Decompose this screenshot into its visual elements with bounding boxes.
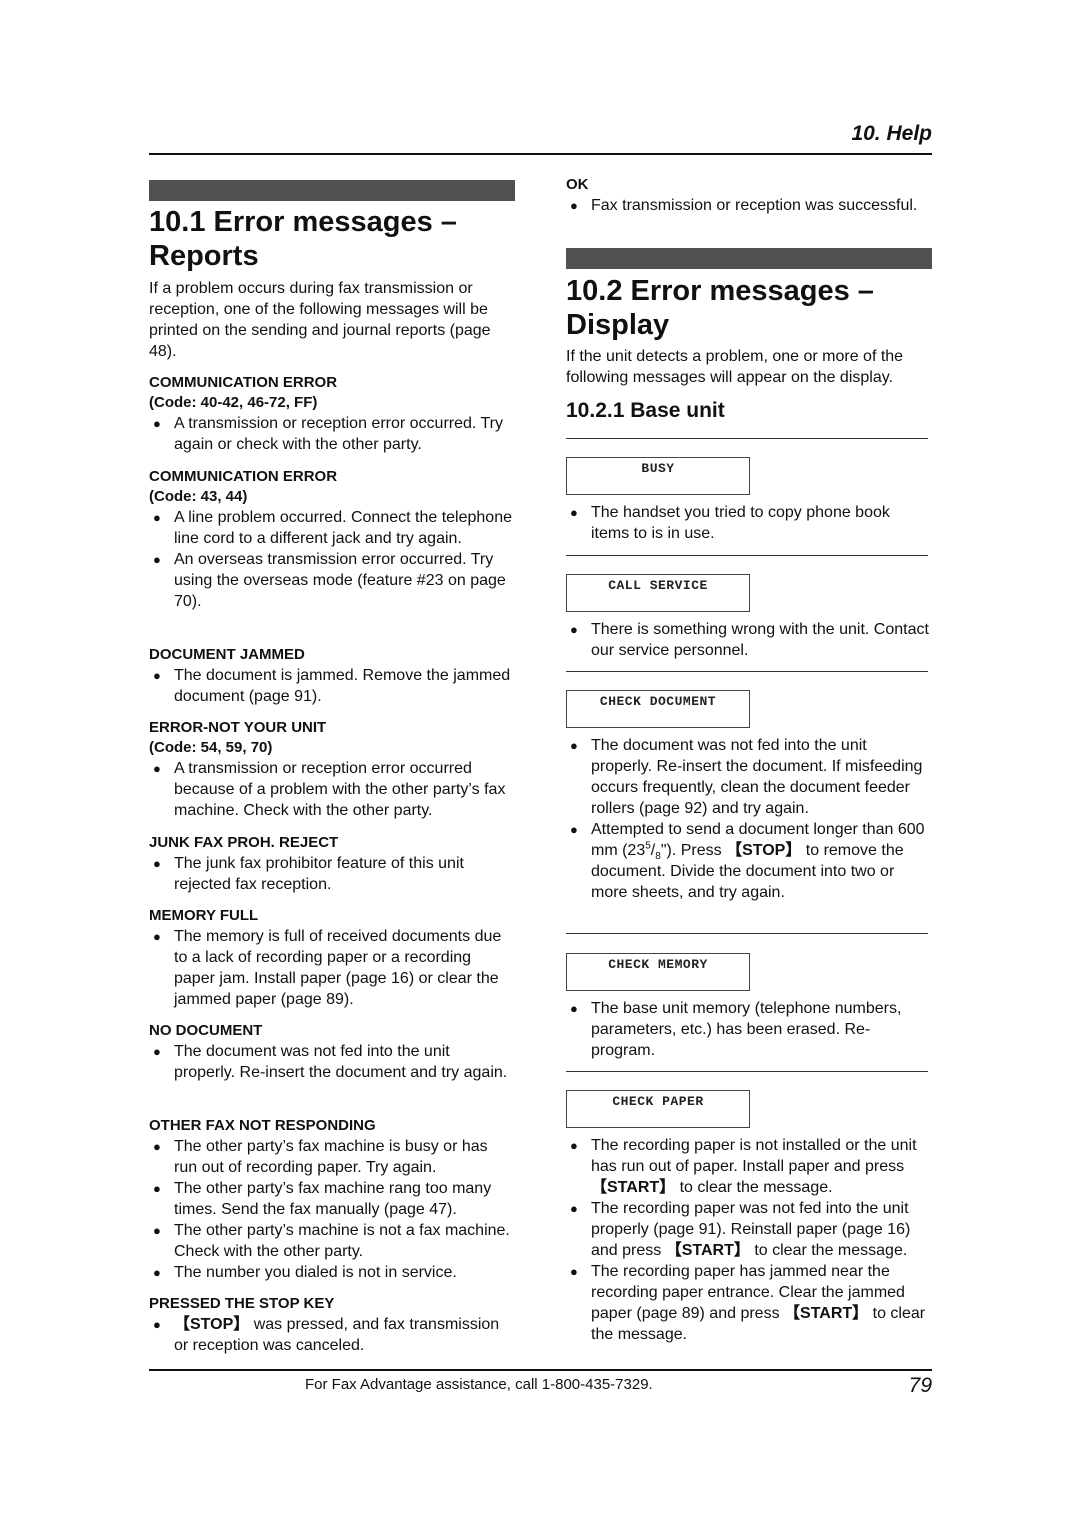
list-item: ● Attempted to send a document longer tha… bbox=[570, 821, 925, 901]
divider bbox=[566, 671, 928, 672]
display-message-box: CHECK DOCUMENT bbox=[566, 690, 750, 728]
bullet-icon: ● bbox=[153, 1223, 161, 1238]
report-item: DOCUMENT JAMMED ● The document is jammed.… bbox=[149, 645, 515, 707]
section-bar bbox=[566, 248, 932, 269]
display-message-box: CHECK PAPER bbox=[566, 1090, 750, 1128]
report-item: OTHER FAX NOT RESPONDING ● The other part… bbox=[149, 1116, 515, 1283]
item-heading: COMMUNICATION ERROR bbox=[149, 374, 338, 391]
bullet-icon: ● bbox=[153, 929, 161, 944]
report-item: PRESSED THE STOP KEY ● 【STOP】 was pressed… bbox=[149, 1294, 515, 1356]
bullet-icon: ● bbox=[153, 1181, 161, 1196]
stop-key-label: 【STOP】 bbox=[726, 842, 802, 859]
bullet-icon: ● bbox=[153, 1317, 161, 1332]
item-heading: JUNK FAX PROH. REJECT bbox=[149, 834, 339, 851]
bullet-icon: ● bbox=[570, 1264, 578, 1279]
list-item: ● The document was not fed into the unit … bbox=[570, 737, 923, 817]
item-heading: OK bbox=[566, 176, 589, 193]
item-heading: COMMUNICATION ERROR bbox=[149, 468, 338, 485]
divider bbox=[566, 1071, 928, 1072]
bullet-icon: ● bbox=[570, 1201, 578, 1216]
bullet-icon: ● bbox=[153, 1265, 161, 1280]
section-bar bbox=[149, 180, 515, 201]
item-heading: OTHER FAX NOT RESPONDING bbox=[149, 1117, 376, 1134]
section-title-reports: 10.1 Error messages – Reports bbox=[149, 206, 457, 272]
item-heading: DOCUMENT JAMMED bbox=[149, 646, 305, 663]
bullet-icon: ● bbox=[153, 1044, 161, 1059]
bullet-icon: ● bbox=[570, 622, 578, 637]
start-key-label: 【START】 bbox=[665, 1242, 750, 1259]
item-heading: PRESSED THE STOP KEY bbox=[149, 1295, 335, 1312]
item-heading: MEMORY FULL bbox=[149, 907, 259, 924]
bullet-icon: ● bbox=[570, 822, 578, 837]
bullet-icon: ● bbox=[570, 1001, 578, 1016]
header-rule bbox=[149, 153, 932, 155]
report-item: JUNK FAX PROH. REJECT ● The junk fax proh… bbox=[149, 833, 515, 895]
report-item: COMMUNICATION ERROR (Code: 40-42, 46-72,… bbox=[149, 373, 515, 455]
bullet-icon: ● bbox=[153, 416, 161, 431]
item-heading: NO DOCUMENT bbox=[149, 1022, 263, 1039]
list-item: ● The recording paper has jammed near the… bbox=[570, 1263, 926, 1343]
footer-rule bbox=[149, 1369, 932, 1371]
item-code: (Code: 54, 59, 70) bbox=[149, 739, 273, 756]
display-message-box: CHECK MEMORY bbox=[566, 953, 750, 991]
list-item: ● 【STOP】 was pressed, and fax transmissio… bbox=[153, 1316, 500, 1354]
list-item: ● The other party’s fax machine rang too … bbox=[153, 1180, 492, 1218]
list-item: ● A transmission or reception error occur… bbox=[153, 415, 504, 453]
report-item: ERROR-NOT YOUR UNIT (Code: 54, 59, 70) ●… bbox=[149, 718, 515, 821]
list-item: ● The junk fax prohibitor feature of this… bbox=[153, 855, 464, 893]
bullet-icon: ● bbox=[570, 505, 578, 520]
report-item: MEMORY FULL ● The memory is full of recei… bbox=[149, 906, 515, 1010]
bullet-icon: ● bbox=[570, 198, 578, 213]
list-item: ● The number you dialed is not in service… bbox=[153, 1264, 457, 1281]
intro-text: If the unit detects a problem, one or mo… bbox=[566, 348, 904, 386]
list-item: ● The handset you tried to copy phone boo… bbox=[570, 504, 890, 542]
divider bbox=[566, 555, 928, 556]
bullet-icon: ● bbox=[153, 510, 161, 525]
ok-item: OK ● Fax transmission or reception was su… bbox=[566, 175, 932, 216]
list-item: ● The document is jammed. Remove the jamm… bbox=[153, 667, 511, 705]
divider bbox=[566, 933, 928, 934]
start-key-label: 【START】 bbox=[784, 1305, 869, 1322]
report-item: NO DOCUMENT ● The document was not fed in… bbox=[149, 1021, 515, 1083]
list-item: ● The base unit memory (telephone numbers… bbox=[570, 1000, 902, 1059]
page-number: 79 bbox=[908, 1374, 932, 1397]
page-header-title: 10. Help bbox=[851, 122, 932, 145]
bullet-icon: ● bbox=[153, 1139, 161, 1154]
subsection-title: 10.2.1 Base unit bbox=[566, 399, 725, 422]
list-item: ● A line problem occurred. Connect the te… bbox=[153, 509, 512, 547]
report-item: COMMUNICATION ERROR (Code: 43, 44) ● A li… bbox=[149, 467, 515, 612]
list-item: ● The other party’s machine is not a fax … bbox=[153, 1222, 510, 1260]
list-item: ● Fax transmission or reception was succe… bbox=[570, 197, 918, 214]
footer-text: For Fax Advantage assistance, call 1-800… bbox=[305, 1376, 653, 1393]
item-heading: ERROR-NOT YOUR UNIT bbox=[149, 719, 327, 736]
divider bbox=[566, 438, 928, 439]
list-item: ● A transmission or reception error occur… bbox=[153, 760, 506, 819]
item-code: (Code: 43, 44) bbox=[149, 488, 248, 505]
bullet-icon: ● bbox=[153, 761, 161, 776]
list-item: ● There is something wrong with the unit.… bbox=[570, 621, 929, 659]
display-message-box: CALL SERVICE bbox=[566, 574, 750, 612]
section-title-display: 10.2 Error messages – Display bbox=[566, 275, 874, 341]
bullet-icon: ● bbox=[153, 552, 161, 567]
bullet-icon: ● bbox=[570, 738, 578, 753]
stop-key-label: 【STOP】 bbox=[174, 1316, 250, 1333]
item-code: (Code: 40-42, 46-72, FF) bbox=[149, 394, 318, 411]
intro-text: If a problem occurs during fax transmiss… bbox=[149, 280, 491, 360]
list-item: ● The other party’s fax machine is busy o… bbox=[153, 1138, 488, 1176]
bullet-icon: ● bbox=[153, 668, 161, 683]
list-item: ● The recording paper is not installed or… bbox=[570, 1137, 917, 1196]
display-message-box: BUSY bbox=[566, 457, 750, 495]
list-item: ● The document was not fed into the unit … bbox=[153, 1043, 508, 1081]
list-item: ● The recording paper was not fed into th… bbox=[570, 1200, 911, 1259]
list-item: ● An overseas transmission error occurred… bbox=[153, 551, 506, 610]
bullet-icon: ● bbox=[153, 856, 161, 871]
start-key-label: 【START】 bbox=[591, 1179, 676, 1196]
bullet-icon: ● bbox=[570, 1138, 578, 1153]
list-item: ● The memory is full of received document… bbox=[153, 928, 502, 1008]
